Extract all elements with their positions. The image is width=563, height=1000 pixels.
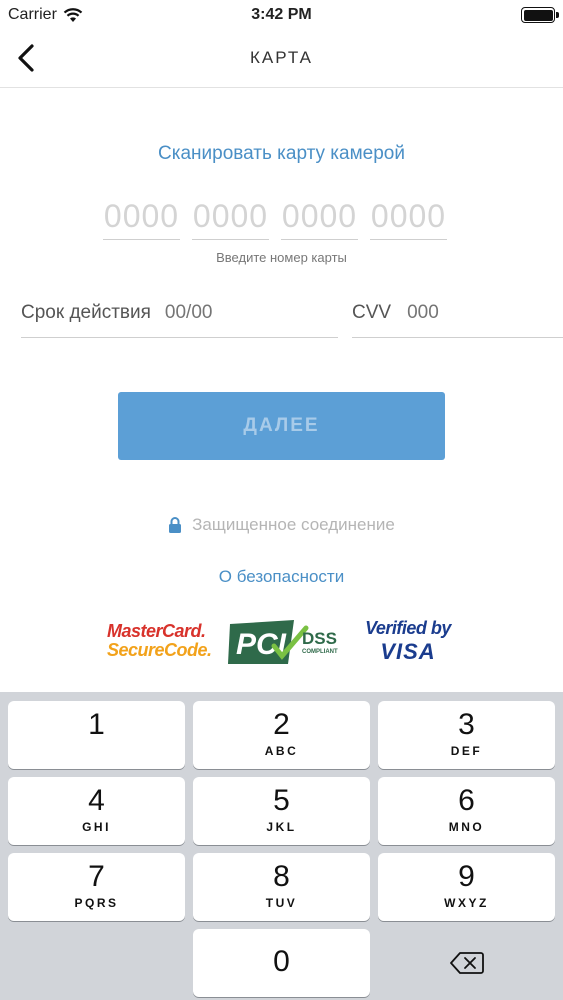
key-7[interactable]: 7 PQRS: [8, 853, 185, 921]
status-bar: Carrier 3:42 PM: [0, 0, 563, 30]
scan-card-link[interactable]: Сканировать карту камерой: [0, 143, 563, 165]
mastercard-logo-line1: MasterCard.: [107, 621, 206, 641]
cvv-input[interactable]: [407, 301, 488, 324]
next-button[interactable]: ДАЛЕЕ: [118, 392, 445, 460]
nav-bar: КАРТА: [0, 30, 563, 88]
status-time: 3:42 PM: [251, 6, 312, 23]
pci-compliant-text: COMPLIANT: [302, 649, 338, 655]
mastercard-securecode-logo: MasterCard. SecureCode.: [107, 622, 212, 660]
numeric-keypad: 1 2 ABC 3 DEF 4 GHI 5 JKL 6 MNO 7 PQRS 8…: [0, 692, 563, 1000]
card-number-group-3[interactable]: 0000: [281, 198, 358, 240]
secure-connection: Защищенное соединение: [0, 515, 563, 535]
key-0[interactable]: 0: [193, 929, 370, 997]
card-number-group-2[interactable]: 0000: [192, 198, 269, 240]
visa-logo-line2: VISA: [380, 639, 436, 664]
cvv-label: CVV: [352, 301, 392, 323]
battery-icon: [521, 7, 559, 23]
expiry-label: Срок действия: [21, 301, 151, 323]
key-9[interactable]: 9 WXYZ: [378, 853, 555, 921]
delete-key[interactable]: [378, 929, 555, 997]
expiry-input[interactable]: [164, 301, 245, 324]
key-8[interactable]: 8 TUV: [193, 853, 370, 921]
lock-icon: [169, 517, 182, 533]
cvv-field[interactable]: CVV: [352, 288, 563, 338]
card-number-group-4[interactable]: 0000: [370, 198, 447, 240]
verified-by-visa-logo: Verified by VISA: [358, 618, 458, 665]
pci-dss-logo: PCI DSS COMPLIANT: [228, 620, 338, 664]
security-logos: MasterCard. SecureCode. PCI DSS COMPLIAN…: [0, 618, 563, 670]
key-5[interactable]: 5 JKL: [193, 777, 370, 845]
backspace-icon: [449, 952, 484, 974]
key-2[interactable]: 2 ABC: [193, 701, 370, 769]
key-1[interactable]: 1: [8, 701, 185, 769]
card-number-input[interactable]: 0000 0000 0000 0000: [103, 198, 447, 240]
mastercard-logo-line2: SecureCode.: [107, 640, 212, 660]
secure-connection-label: Защищенное соединение: [192, 515, 395, 534]
key-4[interactable]: 4 GHI: [8, 777, 185, 845]
pci-dss-text: DSS: [302, 629, 337, 648]
key-6[interactable]: 6 MNO: [378, 777, 555, 845]
visa-logo-line1: Verified by: [365, 618, 451, 638]
card-number-hint: Введите номер карты: [216, 250, 347, 265]
expiry-field[interactable]: Срок действия: [21, 288, 338, 338]
card-number-group-1[interactable]: 0000: [103, 198, 180, 240]
about-security-link[interactable]: О безопасности: [0, 567, 563, 587]
page-title: КАРТА: [250, 48, 313, 67]
key-3[interactable]: 3 DEF: [378, 701, 555, 769]
